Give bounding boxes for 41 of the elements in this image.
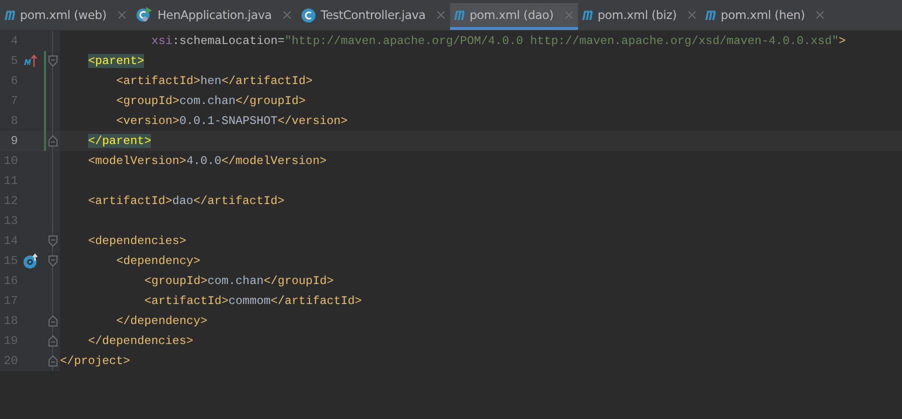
fold-marker[interactable]: [48, 135, 58, 147]
overrides-icon[interactable]: [23, 53, 39, 69]
line-number: 9: [10, 134, 18, 148]
implemented-icon[interactable]: [23, 253, 39, 269]
code-line: </dependency>: [116, 314, 208, 328]
fold-marker[interactable]: [48, 315, 58, 327]
fold-marker[interactable]: [48, 355, 58, 367]
code-line: <artifactId>dao</artifactId>: [88, 194, 285, 208]
close-icon[interactable]: [282, 11, 291, 19]
code-line: <artifactId>hen</artifactId>: [116, 74, 313, 88]
fold-marker[interactable]: [48, 335, 58, 347]
maven-icon: m: [454, 6, 465, 24]
close-icon[interactable]: [688, 11, 696, 19]
code-line: <version>0.0.1-SNAPSHOT</version>: [116, 114, 348, 128]
fold-marker[interactable]: [48, 255, 58, 267]
file-tab[interactable]: m pom.xml (dao): [450, 3, 578, 30]
fold-marker[interactable]: [48, 235, 58, 247]
maven-icon: m: [582, 6, 593, 24]
code-line: </dependencies>: [88, 334, 194, 348]
maven-icon: m: [706, 6, 716, 24]
code-line: <modelVersion>4.0.0</modelVersion>: [88, 154, 327, 168]
file-tab[interactable]: m pom.xml (hen): [700, 3, 829, 30]
code-line: <groupId>com.chan</groupId>: [144, 274, 334, 288]
close-icon[interactable]: [118, 11, 126, 19]
class-icon: [300, 8, 316, 22]
file-tab[interactable]: m pom.xml (biz): [578, 3, 701, 30]
maven-icon: m: [5, 6, 16, 24]
file-tab[interactable]: HenApplication.java: [130, 3, 296, 30]
fold-marker[interactable]: [48, 55, 58, 67]
code-line: xsi:schemaLocation="http://maven.apache.org/POM/4.0.0 http://maven.apache.org/xsd/maven-4.0.0.xsd">: [151, 34, 846, 48]
close-icon[interactable]: [816, 11, 824, 19]
code-line: <artifactId>commom</artifactId>: [144, 294, 362, 308]
close-icon[interactable]: [436, 11, 445, 19]
file-tab[interactable]: m pom.xml (web): [0, 3, 130, 30]
class-run-icon: [136, 7, 152, 23]
code-line: <groupId>com.chan</groupId>: [116, 94, 306, 108]
code-line: </project>: [60, 354, 130, 368]
close-icon[interactable]: [564, 11, 573, 19]
code-line: <dependency>: [116, 254, 200, 268]
code-line: <dependencies>: [88, 234, 186, 248]
file-tab[interactable]: TestController.java: [296, 3, 450, 30]
